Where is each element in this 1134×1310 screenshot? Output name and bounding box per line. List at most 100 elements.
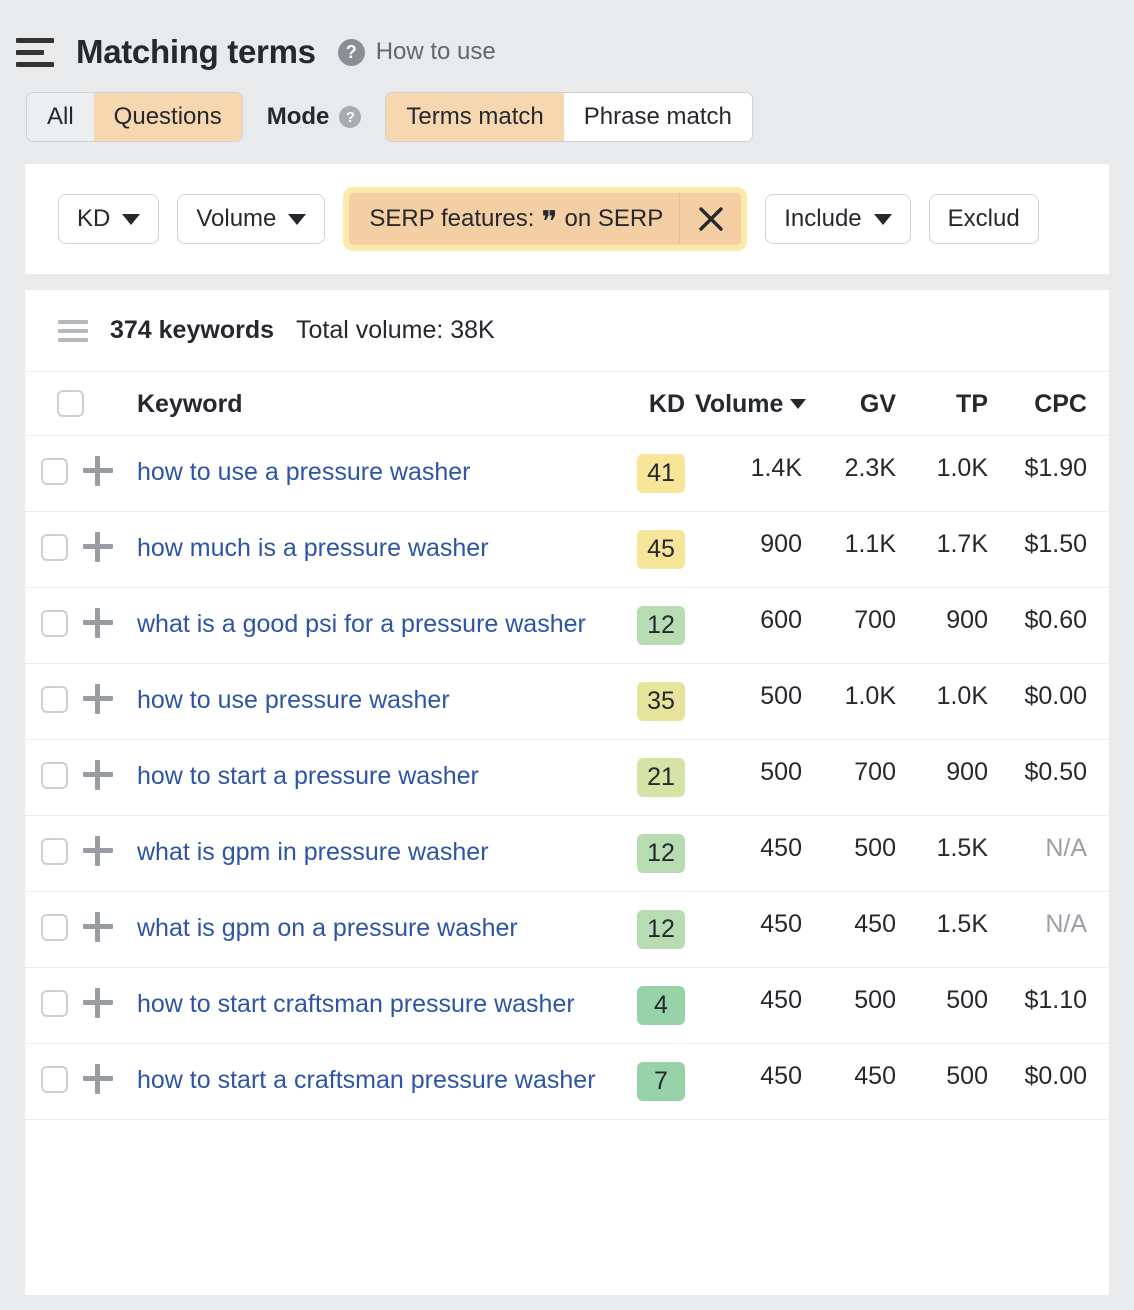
quote-icon: ❞ (541, 208, 557, 238)
filter-include[interactable]: Include (765, 194, 910, 244)
keyword-link[interactable]: how to start craftsman pressure washer (133, 986, 613, 1022)
plus-icon[interactable] (83, 456, 113, 486)
filter-serp-features-value: on SERP (565, 205, 664, 233)
hamburger-line (16, 50, 44, 55)
volume-cell: 900 (695, 512, 810, 588)
row-checkbox[interactable] (41, 686, 68, 713)
keyword-cell: what is gpm on a pressure washer (133, 892, 613, 968)
list-line (58, 329, 88, 333)
column-header-kd[interactable]: KD (613, 372, 695, 436)
how-to-use-link[interactable]: How to use (376, 38, 496, 66)
row-checkbox[interactable] (41, 610, 68, 637)
filter-kd[interactable]: KD (58, 194, 159, 244)
keyword-cell: how much is a pressure washer (133, 512, 613, 588)
tab-questions[interactable]: Questions (94, 93, 242, 141)
keyword-link[interactable]: how to start a pressure washer (133, 758, 613, 794)
column-header-keyword[interactable]: Keyword (133, 372, 613, 436)
table-row: what is gpm on a pressure washer12450450… (25, 892, 1109, 968)
keyword-link[interactable]: how much is a pressure washer (133, 530, 613, 566)
gv-cell: 500 (810, 816, 902, 892)
column-header-cpc[interactable]: CPC (994, 372, 1109, 436)
keyword-link[interactable]: how to use pressure washer (133, 682, 613, 718)
volume-cell: 450 (695, 1044, 810, 1120)
filter-exclude[interactable]: Exclud (929, 194, 1039, 244)
row-select-cell (25, 664, 83, 740)
list-line (58, 338, 88, 342)
cpc-cell: N/A (994, 892, 1109, 968)
keyword-link[interactable]: how to use a pressure washer (133, 454, 613, 490)
cpc-cell: $1.10 (994, 968, 1109, 1044)
page-header: Matching terms ? How to use (0, 0, 1134, 84)
keyword-count: 374 keywords (110, 316, 274, 345)
keyword-cell: how to use a pressure washer (133, 436, 613, 512)
help-question-icon[interactable]: ? (338, 39, 365, 66)
plus-icon[interactable] (83, 1064, 113, 1094)
list-view-icon[interactable] (58, 320, 88, 342)
plus-icon[interactable] (83, 608, 113, 638)
filter-volume[interactable]: Volume (177, 194, 325, 244)
plus-icon[interactable] (83, 532, 113, 562)
plus-icon[interactable] (83, 760, 113, 790)
tab-phrase-match[interactable]: Phrase match (564, 93, 752, 141)
hamburger-icon[interactable] (16, 37, 54, 67)
row-checkbox[interactable] (41, 1066, 68, 1093)
kd-badge: 41 (637, 454, 685, 493)
tp-cell: 1.0K (902, 436, 994, 512)
mode-help-icon[interactable]: ? (339, 106, 361, 128)
column-header-volume[interactable]: Volume (695, 372, 810, 436)
keyword-link[interactable]: what is gpm on a pressure washer (133, 910, 613, 946)
keyword-cell: how to start craftsman pressure washer (133, 968, 613, 1044)
filter-exclude-label: Exclud (948, 205, 1020, 233)
cpc-cell: $0.00 (994, 1044, 1109, 1120)
add-keyword-cell (83, 968, 133, 1044)
keyword-link[interactable]: what is a good psi for a pressure washer (133, 606, 613, 642)
tab-terms-match[interactable]: Terms match (386, 93, 563, 141)
table-row: how to start craftsman pressure washer44… (25, 968, 1109, 1044)
filter-include-label: Include (784, 205, 861, 233)
add-keyword-cell (83, 588, 133, 664)
keyword-link[interactable]: what is gpm in pressure washer (133, 834, 613, 870)
gv-cell: 1.0K (810, 664, 902, 740)
row-checkbox[interactable] (41, 534, 68, 561)
volume-cell: 600 (695, 588, 810, 664)
tp-cell: 900 (902, 588, 994, 664)
add-keyword-cell (83, 512, 133, 588)
keyword-cell: how to start a pressure washer (133, 740, 613, 816)
gv-cell: 700 (810, 740, 902, 816)
volume-cell: 500 (695, 740, 810, 816)
row-checkbox[interactable] (41, 914, 68, 941)
filters-bar: KD Volume SERP features: ❞ on SERP Inclu… (25, 164, 1109, 274)
gv-cell: 2.3K (810, 436, 902, 512)
kd-cell: 21 (613, 740, 695, 816)
kd-badge: 21 (637, 758, 685, 797)
row-checkbox[interactable] (41, 990, 68, 1017)
filter-serp-features-label: SERP features: (369, 205, 534, 233)
filter-serp-features-highlight: SERP features: ❞ on SERP (343, 187, 747, 251)
row-checkbox[interactable] (41, 458, 68, 485)
plus-icon[interactable] (83, 684, 113, 714)
row-checkbox[interactable] (41, 762, 68, 789)
plus-icon[interactable] (83, 836, 113, 866)
plus-icon[interactable] (83, 912, 113, 942)
tab-all[interactable]: All (27, 93, 94, 141)
filter-serp-features-button[interactable]: SERP features: ❞ on SERP (349, 193, 679, 245)
row-select-cell (25, 512, 83, 588)
kd-badge: 12 (637, 910, 685, 949)
how-to-use-group[interactable]: ? How to use (338, 38, 496, 66)
kd-cell: 35 (613, 664, 695, 740)
add-keyword-cell (83, 436, 133, 512)
tp-cell: 900 (902, 740, 994, 816)
close-icon[interactable] (679, 193, 741, 245)
cpc-cell: $0.00 (994, 664, 1109, 740)
column-header-volume-label: Volume (695, 390, 783, 418)
keyword-link[interactable]: how to start a craftsman pressure washer (133, 1062, 613, 1098)
plus-icon[interactable] (83, 988, 113, 1018)
column-header-gv[interactable]: GV (810, 372, 902, 436)
select-all-checkbox[interactable] (57, 390, 84, 417)
volume-cell: 1.4K (695, 436, 810, 512)
column-header-tp[interactable]: TP (902, 372, 994, 436)
table-row: what is gpm in pressure washer124505001.… (25, 816, 1109, 892)
list-line (58, 320, 88, 324)
row-checkbox[interactable] (41, 838, 68, 865)
table-header: Keyword KD Volume GV TP CPC (25, 372, 1109, 436)
